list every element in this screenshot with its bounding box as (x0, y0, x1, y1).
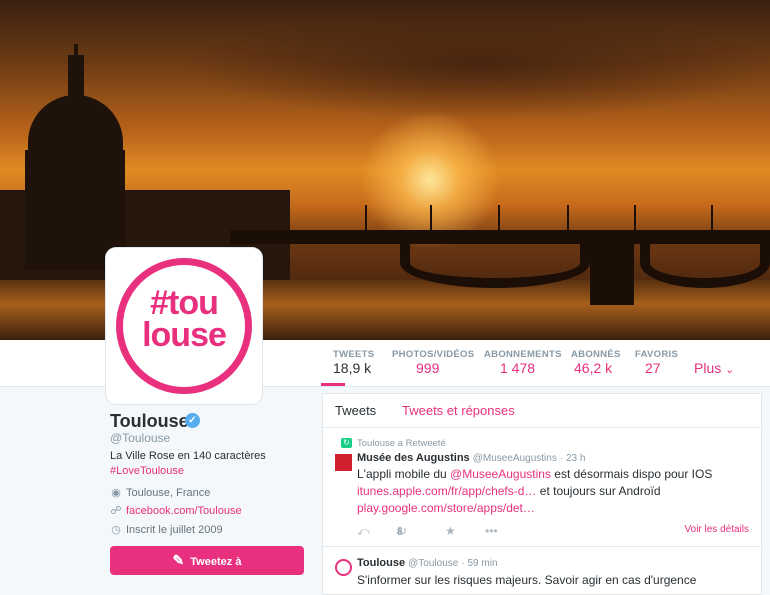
profile-avatar[interactable]: #tou louse (106, 248, 262, 404)
retweet-icon: ↻ (341, 438, 352, 448)
bridge-pier (590, 230, 612, 305)
retweet-action[interactable]: ↻ 8 (397, 524, 407, 538)
banner-cloud (180, 10, 770, 120)
tweet-item[interactable]: ↻ Toulouse a Retweeté Musée des Augustin… (323, 428, 761, 547)
location-pin-icon: ◉ (111, 487, 121, 499)
tweet-to-button[interactable]: ✎ Tweetez à (110, 546, 304, 575)
stat-label: FAVORIS (635, 349, 679, 360)
tweet-to-label: Tweetez à (190, 556, 242, 568)
dome-lantern (68, 55, 84, 100)
location-text: Toulouse, France (126, 487, 211, 499)
timeline: Tweets Tweets et réponses ↻ Toulouse a R… (322, 393, 762, 595)
tab-tweets-replies[interactable]: Tweets et réponses (402, 403, 515, 418)
retweet-icon: ↻ (397, 524, 408, 538)
chevron-down-icon: ⌄ (725, 364, 735, 376)
profile-location: ◉ Toulouse, France (110, 486, 210, 499)
stat-value: 27 (645, 360, 661, 376)
link-icon: ☍ (110, 505, 122, 517)
view-details-link[interactable]: Voir les détails (685, 524, 749, 535)
tweet-text-part: est désormais dispo pour IOS (550, 467, 713, 481)
stat-label: PHOTOS/VIDÉOS (392, 349, 475, 360)
active-tab-indicator (321, 383, 345, 386)
stat-label: TWEETS (333, 349, 375, 360)
tweet-mention[interactable]: @MuseeAugustins (450, 467, 551, 481)
tweet-link[interactable]: itunes.apple.com/fr/app/chefs-d… (357, 484, 536, 498)
bridge-arch (400, 238, 590, 288)
stat-value: 999 (416, 360, 440, 376)
more-label: Plus (694, 360, 722, 376)
bridge-arch (640, 238, 770, 288)
bridge-pier (612, 230, 634, 305)
reply-icon[interactable]: ⤺ (357, 524, 370, 539)
profile-handle[interactable]: @Toulouse (110, 431, 170, 445)
more-menu[interactable]: Plus ⌄ (694, 360, 734, 376)
tweet-link[interactable]: play.google.com/store/apps/det… (357, 501, 535, 515)
compose-icon: ✎ (172, 552, 185, 568)
tweet-text-part: et toujours sur Androïd (536, 484, 661, 498)
tweet-header: Toulouse @Toulouse · 59 min (357, 557, 498, 569)
tweet-author-avatar[interactable] (335, 454, 352, 471)
stat-value: 18,9 k (333, 360, 372, 376)
avatar-logo-text: #tou louse (142, 284, 227, 354)
stat-value: 1 478 (500, 360, 536, 376)
timeline-tabs: Tweets Tweets et réponses (323, 394, 761, 428)
favorite-icon[interactable]: ★ (445, 524, 456, 538)
verified-badge-icon: ✓ (185, 413, 200, 428)
retweet-note: Toulouse a Retweeté (357, 438, 446, 449)
tweet-author-handle[interactable]: @Toulouse (408, 558, 458, 569)
dome (28, 95, 123, 165)
stat-label: ABONNEMENTS (484, 349, 562, 360)
street-lamp (711, 205, 713, 231)
profile-hashtag[interactable]: #LoveToulouse (110, 465, 184, 477)
tweet-text: L'appli mobile du @MuseeAugustins est dé… (357, 466, 712, 517)
dome-spire (74, 44, 78, 58)
tweet-text-part: L'appli mobile du (357, 467, 451, 481)
street-lamp (567, 205, 569, 231)
street-lamp (365, 205, 367, 231)
website-text[interactable]: facebook.com/Toulouse (126, 505, 242, 517)
street-lamp (430, 205, 432, 231)
avatar-logo: #tou louse (116, 258, 252, 394)
street-lamp (634, 205, 636, 231)
profile-bio: La Ville Rose en 140 caractères (110, 450, 266, 462)
tweet-author-name[interactable]: Musée des Augustins (357, 452, 470, 464)
profile-joined: ◷ Inscrit le juillet 2009 (110, 523, 223, 536)
tweet-time[interactable]: 23 h (566, 453, 585, 464)
tweet-author-name[interactable]: Toulouse (357, 557, 405, 569)
tweet-author-avatar[interactable] (335, 559, 352, 576)
calendar-icon: ◷ (111, 524, 121, 536)
tweet-text: S'informer sur les risques majeurs. Savo… (357, 573, 697, 587)
profile-website[interactable]: ☍ facebook.com/Toulouse (110, 504, 242, 517)
more-options-icon[interactable]: ••• (485, 524, 498, 538)
tweet-header: Musée des Augustins @MuseeAugustins · 23… (357, 452, 586, 464)
street-lamp (498, 205, 500, 231)
tweet-author-handle[interactable]: @MuseeAugustins (473, 453, 557, 464)
stat-label: ABONNÉS (571, 349, 621, 360)
stat-value: 46,2 k (574, 360, 613, 376)
tab-tweets[interactable]: Tweets (335, 403, 376, 418)
tweet-time[interactable]: 59 min (468, 558, 498, 569)
profile-name[interactable]: Toulouse (110, 411, 189, 432)
tweet-item[interactable]: Toulouse @Toulouse · 59 min S'informer s… (323, 547, 761, 595)
joined-text: Inscrit le juillet 2009 (126, 524, 223, 536)
